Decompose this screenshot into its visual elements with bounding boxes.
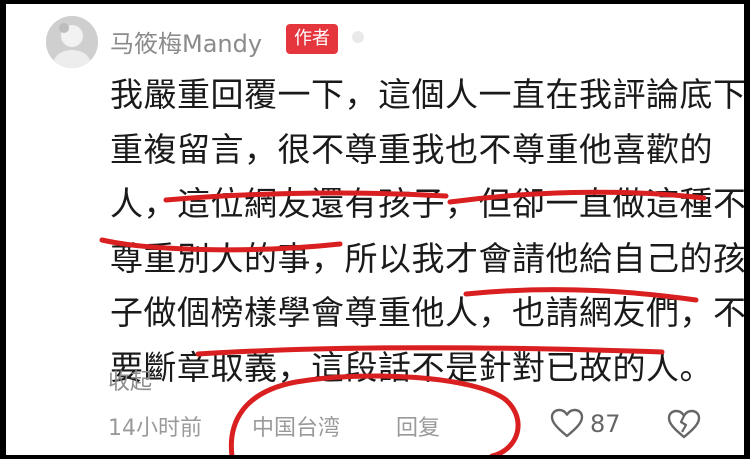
comment-line: 要斷章取義，這段話不是針對已故的人。 (110, 347, 713, 387)
avatar-image (46, 16, 98, 68)
comment-line: 尊重別人的事，所以我才會請他給自己的孩 (110, 238, 744, 278)
broken-heart-icon[interactable] (666, 408, 702, 440)
reply-button[interactable]: 回复 (396, 410, 440, 442)
avatar[interactable] (46, 16, 98, 68)
comment-line: 我嚴重回覆一下，這個人一直在我評論底下 (110, 75, 744, 114)
author-name[interactable]: 马筱梅Mandy (110, 24, 262, 59)
comment-line: 人，這位網友還有孩子，但卻一直做這種不 (110, 184, 744, 223)
more-icon (352, 31, 364, 43)
comment-line: 重複留言，很不尊重我也不尊重他喜歡的 (110, 129, 713, 169)
like-count: 87 (590, 410, 621, 438)
timestamp: 14小时前 (108, 416, 202, 441)
location-label: 中国台湾 (252, 416, 341, 441)
comment-line: 子做個榜樣學會尊重他人，也請網友們，不 (110, 293, 744, 332)
collapse-button[interactable]: 收起 (108, 364, 152, 396)
comment-card: 马筱梅Mandy 作者 我嚴重回覆一下，這個人一直在我評論底下 重複留言，很不尊… (6, 4, 744, 455)
author-badge: 作者 (286, 24, 338, 54)
like-button[interactable]: 87 (550, 406, 650, 446)
heart-outline-icon (550, 408, 584, 438)
comment-text: 我嚴重回覆一下，這個人一直在我評論底下 重複留言，很不尊重我也不尊重他喜歡的 人… (110, 68, 744, 395)
